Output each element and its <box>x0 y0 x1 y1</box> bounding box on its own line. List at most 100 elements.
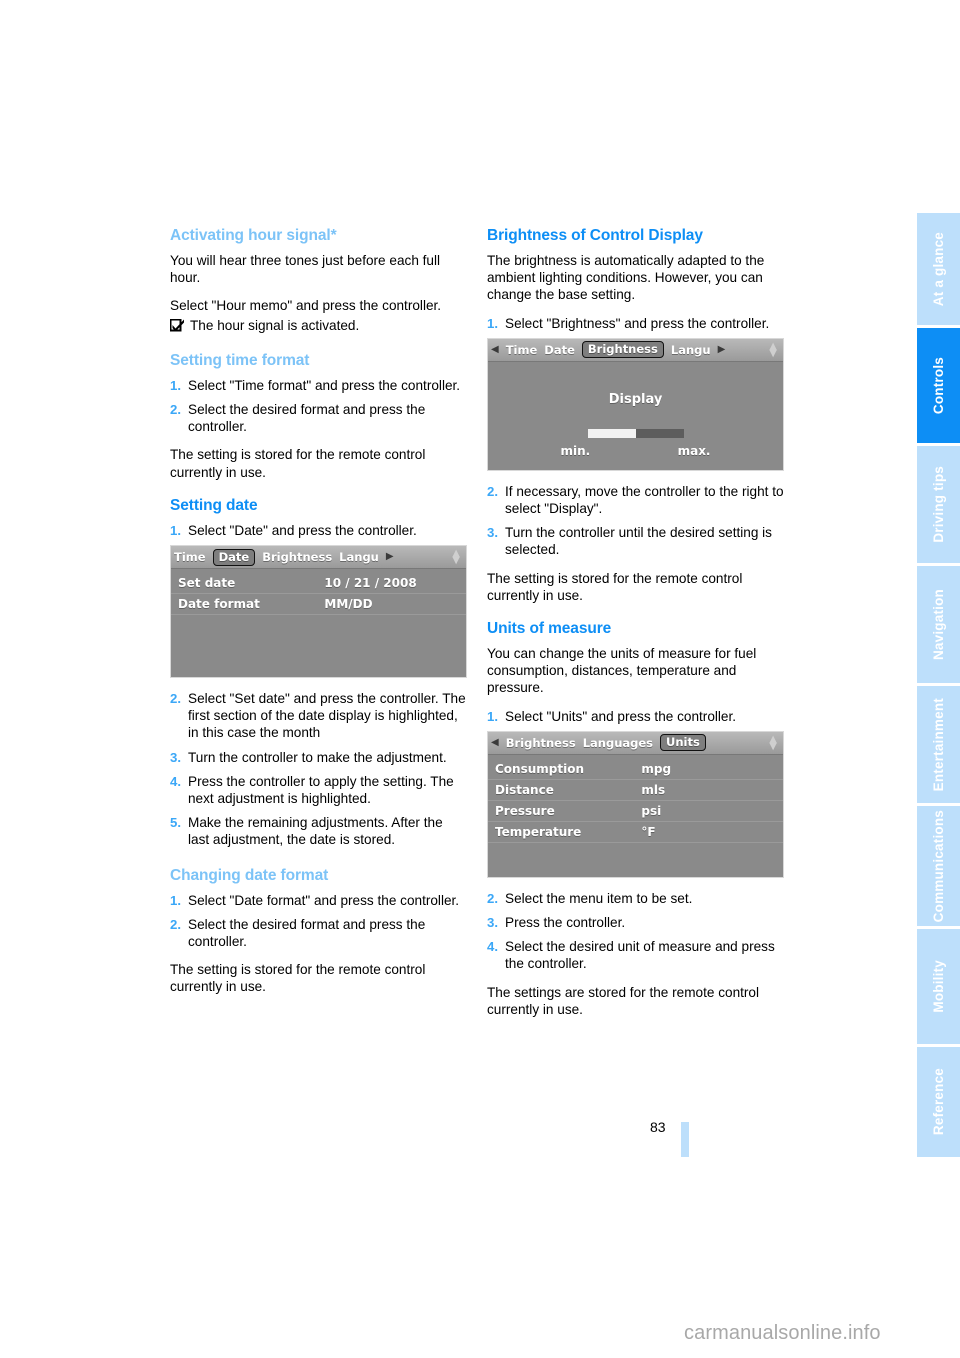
step-number: 1. <box>487 315 498 331</box>
sidebar-item-driving-tips[interactable]: Driving tips <box>917 446 960 563</box>
table-row[interactable]: Temperature °F <box>488 822 783 843</box>
heading-brightness-of-control-display: Brightness of Control Display <box>487 227 703 244</box>
date-format-note: The setting is stored for the remote con… <box>170 962 426 995</box>
brightness-slider[interactable] <box>587 428 684 438</box>
step-number: 3. <box>170 749 181 765</box>
screen-tab-date[interactable]: Date <box>212 548 256 566</box>
table-row[interactable]: Date format MM/DD <box>171 594 466 616</box>
sidebar-item-label: Controls <box>931 356 946 415</box>
screen-tab-date[interactable]: Date <box>544 343 575 357</box>
sidebar-item-label: Mobility <box>931 960 946 1013</box>
list-item: 2. Select the desired format and press t… <box>170 916 467 950</box>
screen-tab-languages[interactable]: Langu <box>339 550 379 564</box>
screen-tab-time[interactable]: Time <box>174 550 206 564</box>
step-text: Turn the controller to make the adjustme… <box>188 749 447 765</box>
row-label: Date format <box>178 597 260 612</box>
step-number: 1. <box>170 892 181 908</box>
list-item: 2. Select "Set date" and press the contr… <box>170 690 467 742</box>
brightness-min-label: min. <box>560 443 591 458</box>
screen-tab-languages[interactable]: Languages <box>583 736 653 750</box>
brightness-steps: 2. If necessary, move the controller to … <box>487 483 784 559</box>
heading-setting-date: Setting date <box>170 496 258 514</box>
sidebar-item-label: Driving tips <box>931 466 946 543</box>
table-row[interactable]: Distance mls <box>488 780 783 801</box>
chevron-right-icon[interactable]: ▶ <box>386 552 394 562</box>
page-number: 83 <box>650 1119 666 1135</box>
step-number: 1. <box>170 377 181 393</box>
screen-tab-brightness[interactable]: Brightness <box>262 550 332 564</box>
sidebar-item-reference[interactable]: Reference <box>917 1047 960 1157</box>
chevron-left-icon[interactable]: ◀ <box>491 737 499 748</box>
sidebar-item-navigation[interactable]: Navigation <box>917 566 960 683</box>
step-text: Select "Brightness" and press the contro… <box>505 315 770 331</box>
brightness-paragraph-1: The brightness is automatically adapted … <box>487 253 765 303</box>
step-text: Select the desired format and press the … <box>188 916 426 950</box>
screen-tab-units[interactable]: Units <box>660 734 706 752</box>
units-steps: 2. Select the menu item to be set. 3. Pr… <box>487 890 784 973</box>
screen-empty-area <box>488 843 783 877</box>
chevron-left-icon[interactable]: ◀ <box>491 344 499 355</box>
sidebar-item-mobility[interactable]: Mobility <box>917 929 960 1044</box>
step-text: Press the controller to apply the settin… <box>188 773 454 807</box>
figure-brightness-screen: ◀ Time Date Brightness Langu ▶ ▲ ▼ Displa… <box>487 337 784 471</box>
step-text: Select the desired format and press the … <box>188 402 426 435</box>
row-label: Consumption <box>495 761 585 776</box>
brightness-note: The setting is stored for the remote con… <box>487 570 743 603</box>
row-label: Pressure <box>495 803 555 818</box>
screen-tab-brightness[interactable]: Brightness <box>581 341 664 359</box>
sidebar-item-controls[interactable]: Controls <box>917 328 960 443</box>
screen-tab-brightness[interactable]: Brightness <box>506 736 576 750</box>
hour-signal-paragraph-1: You will hear three tones just before ea… <box>170 253 441 286</box>
screen-content: Consumption mpg Distance mls Pressure ps… <box>488 754 783 877</box>
time-format-note: The setting is stored for the remote con… <box>170 447 426 480</box>
step-number: 1. <box>487 708 498 724</box>
page-number-bar <box>681 1122 689 1157</box>
brightness-slider-fill <box>587 428 636 438</box>
row-label: Distance <box>495 782 554 797</box>
chevron-right-icon[interactable]: ▶ <box>718 344 726 355</box>
brightness-display-label: Display <box>608 391 663 407</box>
figure-watermark <box>791 462 797 464</box>
step-number: 2. <box>487 483 498 499</box>
table-row[interactable]: Set date 10 / 21 / 2008 <box>171 573 466 595</box>
section-navigation: At a glance Controls Driving tips Naviga… <box>917 213 960 1160</box>
scroll-updown-icon[interactable]: ▲ ▼ <box>769 734 780 751</box>
control-display-date: Time Date Brightness Langu ▶ ▲ ▼ Set date… <box>170 545 467 679</box>
left-text-column: Activating hour signal* You will hear th… <box>169 227 467 1007</box>
row-label: Temperature <box>495 824 582 839</box>
heading-units-of-measure: Units of measure <box>487 620 612 638</box>
row-label: Set date <box>178 576 236 591</box>
table-row[interactable]: Pressure psi <box>488 801 783 822</box>
list-item: 1. Select "Units" and press the controll… <box>487 708 784 725</box>
figure-units-screen: ◀ Brightness Languages Units ▲ ▼ Consumpt… <box>487 730 784 878</box>
sidebar-item-entertainment[interactable]: Entertainment <box>917 686 960 803</box>
row-value: °F <box>641 824 656 839</box>
sidebar-item-at-a-glance[interactable]: At a glance <box>917 213 960 325</box>
figure-watermark <box>474 669 480 671</box>
checkbox-checked-icon <box>169 318 185 336</box>
list-item: 1. Select "Time format" and press the co… <box>170 377 467 394</box>
screen-content: Set date 10 / 21 / 2008 Date format MM/D… <box>171 569 466 678</box>
step-number: 5. <box>170 815 181 831</box>
row-value: MM/DD <box>324 597 373 612</box>
sidebar-item-label: Reference <box>931 1068 946 1136</box>
step-number: 2. <box>487 890 498 906</box>
setting-date-steps: 2. Select "Set date" and press the contr… <box>170 690 467 849</box>
table-row[interactable]: Consumption mpg <box>488 759 783 780</box>
sidebar-item-communications[interactable]: Communications <box>917 806 960 926</box>
row-value: mls <box>641 782 666 797</box>
screen-tab-time[interactable]: Time <box>506 343 538 357</box>
screen-tab-languages[interactable]: Langu <box>671 343 711 357</box>
sidebar-item-label: At a glance <box>931 231 946 307</box>
step-text: Turn the controller until the desired se… <box>505 525 772 558</box>
date-format-steps: 1. Select "Date format" and press the co… <box>170 892 467 951</box>
scroll-updown-icon[interactable]: ▲ ▼ <box>769 341 780 358</box>
right-text-column: Brightness of Control Display The bright… <box>487 227 784 1029</box>
scroll-updown-icon[interactable]: ▲ ▼ <box>452 549 463 566</box>
figure-date-screen: Time Date Brightness Langu ▶ ▲ ▼ Set date… <box>170 545 467 679</box>
list-item: 1. Select "Date" and press the controlle… <box>170 522 467 539</box>
brightness-max-label: max. <box>677 443 711 458</box>
step-text: Select "Set date" and press the controll… <box>188 691 466 741</box>
manual-page: At a glance Controls Driving tips Naviga… <box>0 0 960 1358</box>
step-number: 2. <box>170 691 181 707</box>
